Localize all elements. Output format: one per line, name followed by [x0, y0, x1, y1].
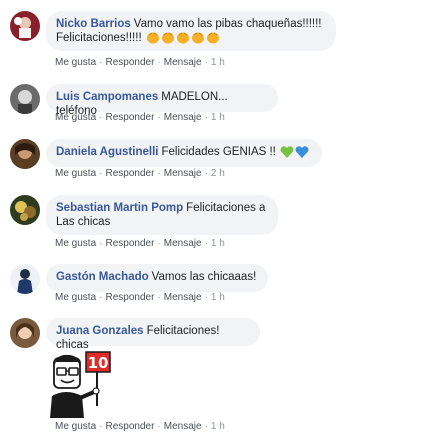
author-link[interactable]: Nicko Barrios: [56, 18, 131, 30]
clapping-hands-icon: [146, 32, 159, 44]
like-link[interactable]: Me gusta: [55, 292, 96, 303]
author-link[interactable]: Juana Gonzales: [56, 325, 144, 337]
comment-text: Felicitaciones!!!!!: [56, 32, 142, 44]
comment-actions: Me gusta · Responder · Mensaje · 2 h: [55, 168, 225, 179]
comment-bubble: Daniela Agustinelli Felicidades GENIAS !!: [46, 139, 322, 167]
message-link[interactable]: Mensaje: [164, 168, 202, 179]
comment-actions: Me gusta · Responder · Mensaje · 1 h: [55, 238, 225, 249]
reply-link[interactable]: Responder: [105, 292, 154, 303]
author-link[interactable]: Daniela Agustinelli: [56, 146, 158, 158]
comment-bubble: Luis Campomanes MADELON... teléfono: [46, 84, 278, 117]
separator-dot: ·: [99, 57, 103, 68]
comment-text: Vamo vamo las pibas chaqueñas!!!!!!: [133, 18, 322, 30]
timestamp[interactable]: 1 h: [211, 112, 225, 123]
separator-dot: ·: [157, 421, 161, 432]
avatar[interactable]: [10, 139, 40, 169]
comment-actions: Me gusta · Responder · Mensaje · 1 h: [55, 57, 225, 68]
separator-dot: ·: [204, 112, 208, 123]
comment-text: Felicidades GENIAS !!: [161, 146, 276, 158]
separator-dot: ·: [157, 292, 161, 303]
separator-dot: ·: [99, 168, 103, 179]
avatar[interactable]: [10, 264, 40, 294]
blue-heart-icon: [295, 146, 309, 158]
like-link[interactable]: Me gusta: [55, 168, 96, 179]
separator-dot: ·: [157, 112, 161, 123]
reply-link[interactable]: Responder: [105, 112, 154, 123]
separator-dot: ·: [204, 421, 208, 432]
separator-dot: ·: [204, 168, 208, 179]
separator-dot: ·: [157, 57, 161, 68]
reply-link[interactable]: Responder: [105, 421, 154, 432]
comment-text: Vamos las chicaaas!: [151, 271, 257, 283]
separator-dot: ·: [99, 421, 103, 432]
score-ten-sticker-icon: 10: [50, 351, 111, 418]
separator-dot: ·: [157, 238, 161, 249]
like-link[interactable]: Me gusta: [55, 57, 96, 68]
like-link[interactable]: Me gusta: [55, 421, 96, 432]
separator-dot: ·: [204, 292, 208, 303]
clapping-hands-icon: [161, 32, 174, 44]
comment-actions: Me gusta · Responder · Mensaje · 1 h: [55, 421, 225, 432]
sticker-sign-text: 10: [88, 354, 109, 372]
comment-actions: Me gusta · Responder · Mensaje · 1 h: [55, 112, 225, 123]
clapping-hands-icon: [206, 32, 219, 44]
message-link[interactable]: Mensaje: [164, 421, 202, 432]
comment-text: Las chicas: [56, 216, 111, 228]
comment-bubble: Sebastian Martin Pomp Felicitaciones a La…: [46, 195, 278, 235]
green-heart-icon: [280, 146, 294, 158]
author-link[interactable]: Sebastian Martin Pomp: [56, 202, 183, 214]
author-link[interactable]: Gastón Machado: [56, 271, 149, 283]
timestamp[interactable]: 1 h: [211, 292, 225, 303]
reply-link[interactable]: Responder: [105, 57, 154, 68]
message-link[interactable]: Mensaje: [164, 112, 202, 123]
avatar[interactable]: [10, 318, 40, 348]
comment-actions: Me gusta · Responder · Mensaje · 1 h: [55, 292, 225, 303]
separator-dot: ·: [99, 238, 103, 249]
author-link[interactable]: Luis Campomanes: [56, 91, 158, 103]
message-link[interactable]: Mensaje: [164, 292, 202, 303]
message-link[interactable]: Mensaje: [164, 57, 202, 68]
separator-dot: ·: [204, 57, 208, 68]
comment-bubble: Gastón Machado Vamos las chicaaas!: [46, 264, 268, 292]
avatar[interactable]: [10, 84, 40, 114]
reply-link[interactable]: Responder: [105, 238, 154, 249]
comment-bubble: Nicko Barrios Vamo vamo las pibas chaqueñ…: [46, 11, 336, 51]
clapping-hands-icon: [191, 32, 204, 44]
message-link[interactable]: Mensaje: [164, 238, 202, 249]
avatar[interactable]: [10, 11, 40, 41]
separator-dot: ·: [157, 168, 161, 179]
reply-link[interactable]: Responder: [105, 168, 154, 179]
comment-text: Felicitaciones a: [186, 202, 266, 214]
like-link[interactable]: Me gusta: [55, 112, 96, 123]
comment-bubble: Juana Gonzales Felicitaciones! chicas: [46, 318, 260, 351]
timestamp[interactable]: 1 h: [211, 421, 225, 432]
separator-dot: ·: [99, 292, 103, 303]
separator-dot: ·: [204, 238, 208, 249]
timestamp[interactable]: 1 h: [211, 57, 225, 68]
clapping-hands-icon: [176, 32, 189, 44]
like-link[interactable]: Me gusta: [55, 238, 96, 249]
separator-dot: ·: [99, 112, 103, 123]
timestamp[interactable]: 2 h: [211, 168, 225, 179]
avatar[interactable]: [10, 195, 40, 225]
timestamp[interactable]: 1 h: [211, 238, 225, 249]
